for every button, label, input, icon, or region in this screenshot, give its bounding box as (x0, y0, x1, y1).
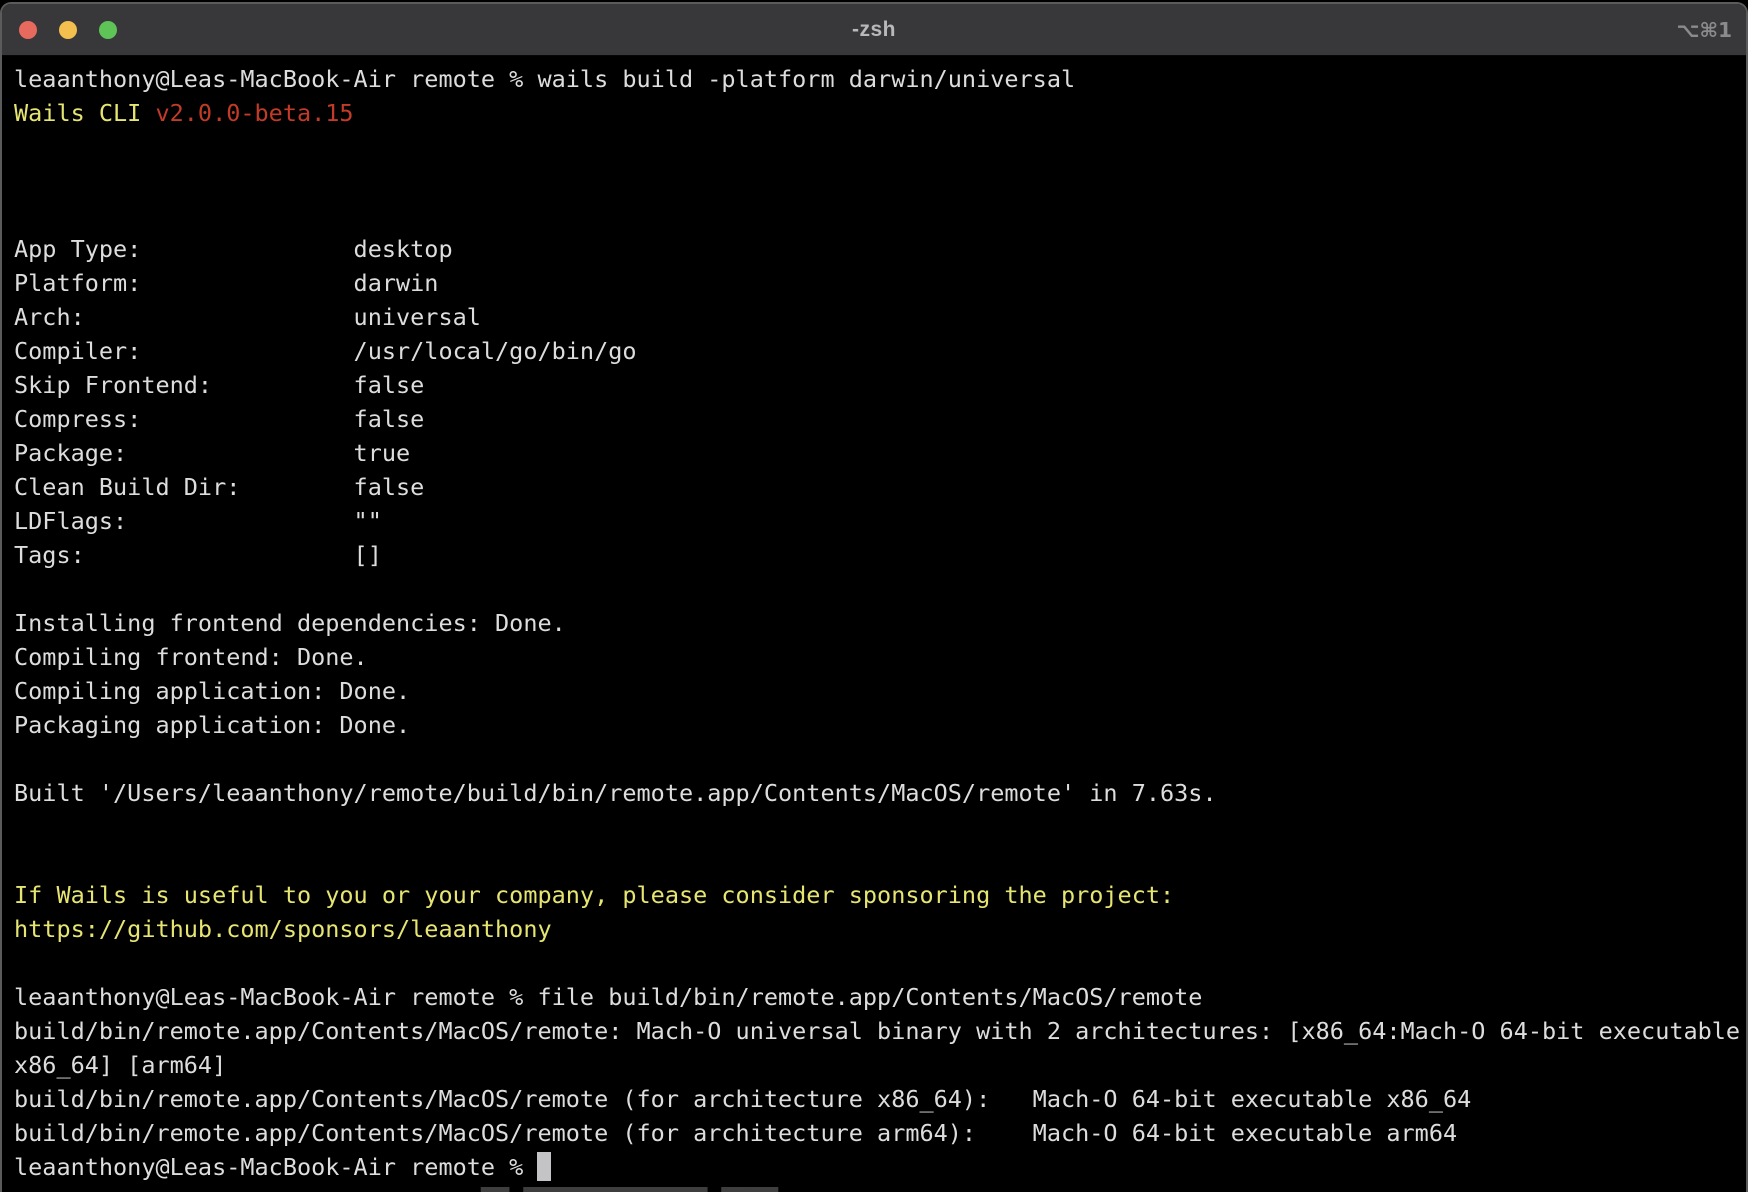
terminal-text-segment: v2.0.0-beta.15 (155, 99, 353, 127)
window-title: -zsh (2, 18, 1746, 42)
terminal-text-segment: leaanthony@Leas-MacBook-Air remote % (14, 1153, 537, 1181)
terminal-line: App Type: desktop (14, 232, 1746, 266)
terminal-line: leaanthony@Leas-MacBook-Air remote % (14, 1150, 1746, 1184)
terminal-line: Platform: darwin (14, 266, 1746, 300)
terminal-text-segment: Compiling frontend: Done. (14, 643, 368, 671)
terminal-text-segment: x86_64] [arm64] (14, 1051, 226, 1079)
terminal-line (14, 844, 1746, 878)
minimize-button[interactable] (59, 21, 77, 39)
terminal-line: Skip Frontend: false (14, 368, 1746, 402)
terminal-line: LDFlags: "" (14, 504, 1746, 538)
terminal-line: If Wails is useful to you or your compan… (14, 878, 1746, 912)
traffic-lights (2, 21, 117, 39)
terminal-text-segment: Package: true (14, 439, 410, 467)
terminal-text-segment: ██ █████████████ ████ (14, 1187, 778, 1192)
terminal-line: build/bin/remote.app/Contents/MacOS/remo… (14, 1082, 1746, 1116)
terminal-text-segment: Arch: universal (14, 303, 481, 331)
terminal-line: Compiling frontend: Done. (14, 640, 1746, 674)
terminal-line (14, 946, 1746, 980)
terminal-line (14, 572, 1746, 606)
terminal-text-segment: Wails CLI (14, 99, 155, 127)
terminal-text-segment: App Type: desktop (14, 235, 453, 263)
terminal-line: Tags: [] (14, 538, 1746, 572)
terminal-line: Built '/Users/leaanthony/remote/build/bi… (14, 776, 1746, 810)
terminal-window: -zsh ⌥⌘1 leaanthony@Leas-MacBook-Air rem… (0, 2, 1748, 1192)
terminal-text-segment: https://github.com/sponsors/leaanthony (14, 915, 552, 943)
close-button[interactable] (19, 21, 37, 39)
terminal-text-segment: Installing frontend dependencies: Done. (14, 609, 566, 637)
terminal-line: https://github.com/sponsors/leaanthony (14, 912, 1746, 946)
terminal-line: Clean Build Dir: false (14, 470, 1746, 504)
terminal-line: leaanthony@Leas-MacBook-Air remote % wai… (14, 62, 1746, 96)
terminal-text-segment: Skip Frontend: false (14, 371, 424, 399)
terminal-text-segment: Compiling application: Done. (14, 677, 410, 705)
terminal-text-segment: Platform: darwin (14, 269, 438, 297)
terminal-line (14, 742, 1746, 776)
terminal-text-segment: LDFlags: "" (14, 507, 382, 535)
terminal-line: Wails CLI v2.0.0-beta.15 (14, 96, 1746, 130)
window-titlebar[interactable]: -zsh ⌥⌘1 (2, 4, 1746, 56)
terminal-line-clipped: ██ █████████████ ████ (14, 1184, 1746, 1192)
terminal-line: Compiler: /usr/local/go/bin/go (14, 334, 1746, 368)
tab-shortcut-badge: ⌥⌘1 (1676, 18, 1732, 42)
terminal-line: Package: true (14, 436, 1746, 470)
terminal-line (14, 198, 1746, 232)
terminal-text-segment: build/bin/remote.app/Contents/MacOS/remo… (14, 1017, 1740, 1045)
terminal-text-segment: build/bin/remote.app/Contents/MacOS/remo… (14, 1085, 1471, 1113)
terminal-line: Packaging application: Done. (14, 708, 1746, 742)
terminal-line: Compiling application: Done. (14, 674, 1746, 708)
zoom-button[interactable] (99, 21, 117, 39)
terminal-cursor (537, 1152, 551, 1181)
terminal-line: Installing frontend dependencies: Done. (14, 606, 1746, 640)
terminal-text-segment: If Wails is useful to you or your compan… (14, 881, 1174, 909)
terminal-text-segment: Compiler: /usr/local/go/bin/go (14, 337, 637, 365)
terminal-body[interactable]: leaanthony@Leas-MacBook-Air remote % wai… (2, 56, 1746, 1192)
terminal-text-segment: leaanthony@Leas-MacBook-Air remote % wai… (14, 65, 1075, 93)
terminal-line: Arch: universal (14, 300, 1746, 334)
terminal-line: build/bin/remote.app/Contents/MacOS/remo… (14, 1014, 1746, 1048)
terminal-line: build/bin/remote.app/Contents/MacOS/remo… (14, 1116, 1746, 1150)
terminal-text-segment: Clean Build Dir: false (14, 473, 424, 501)
terminal-text-segment: leaanthony@Leas-MacBook-Air remote % fil… (14, 983, 1202, 1011)
terminal-line (14, 164, 1746, 198)
terminal-text-segment: Tags: [] (14, 541, 382, 569)
terminal-line: x86_64] [arm64] (14, 1048, 1746, 1082)
terminal-text-segment: Packaging application: Done. (14, 711, 410, 739)
terminal-line: Compress: false (14, 402, 1746, 436)
terminal-text-segment: Compress: false (14, 405, 424, 433)
terminal-line (14, 130, 1746, 164)
terminal-text-segment: Built '/Users/leaanthony/remote/build/bi… (14, 779, 1217, 807)
terminal-line: leaanthony@Leas-MacBook-Air remote % fil… (14, 980, 1746, 1014)
terminal-line (14, 810, 1746, 844)
terminal-text-segment: build/bin/remote.app/Contents/MacOS/remo… (14, 1119, 1457, 1147)
